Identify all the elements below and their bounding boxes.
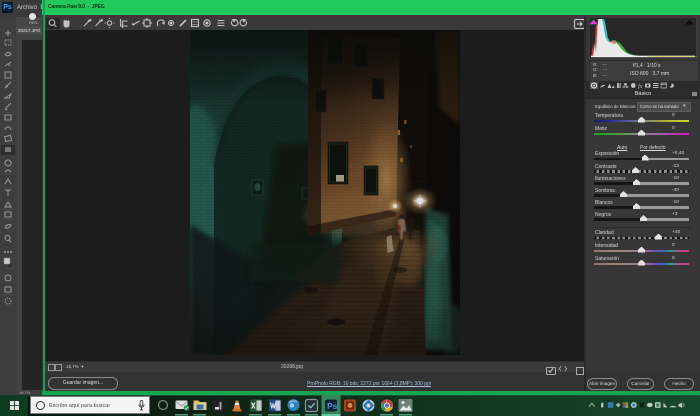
svg-text:fx: fx xyxy=(638,83,643,89)
svg-text:Ps: Ps xyxy=(327,401,338,411)
